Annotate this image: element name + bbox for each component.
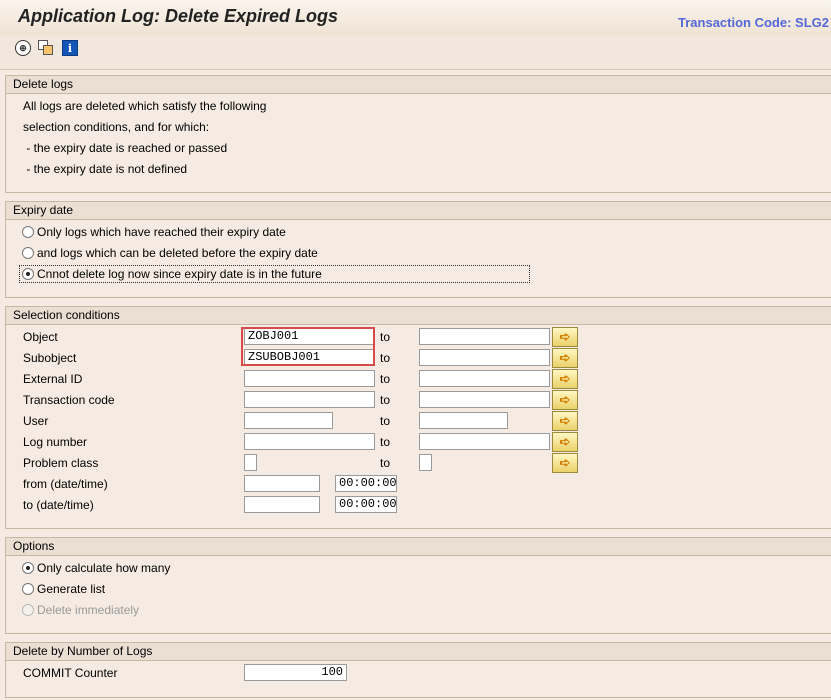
expiry-date-group: Expiry date Only logs which have reached…	[5, 201, 831, 298]
options-group: Options Only calculate how many Generate…	[5, 537, 831, 634]
clock-execute-icon[interactable]: ⊕	[15, 40, 31, 56]
delete-logs-group: Delete logs All logs are deleted which s…	[5, 75, 831, 193]
multiple-selection-icon[interactable]	[38, 40, 53, 55]
application-toolbar: ⊕ i ☝	[0, 35, 831, 99]
expiry-option-reached-label: Only logs which have reached their expir…	[37, 225, 286, 239]
option-delete-immediately-label: Delete immediately	[37, 603, 140, 617]
transaction-code-to-input[interactable]	[419, 391, 550, 408]
user-to-input[interactable]	[419, 412, 508, 429]
expiry-radio-future[interactable]	[22, 268, 34, 280]
expiry-option-before-label: and logs which can be deleted before the…	[37, 246, 318, 260]
external-id-label: External ID	[23, 372, 83, 386]
problem-class-multiple-selection-button[interactable]: ➪	[552, 453, 578, 473]
to-date-input[interactable]	[244, 496, 320, 513]
highlight-box	[241, 327, 375, 366]
to-label: to	[380, 414, 391, 428]
object-label: Object	[23, 330, 58, 344]
subobject-to-input[interactable]	[419, 349, 550, 366]
transaction-code-label: Transaction code	[23, 393, 115, 407]
delete-logs-line-4: - the expiry date is not defined	[23, 162, 188, 176]
to-datetime-label: to (date/time)	[23, 498, 94, 512]
object-multiple-selection-button[interactable]: ➪	[552, 327, 578, 347]
user-label: User	[23, 414, 49, 428]
transaction-code-from-input[interactable]	[244, 391, 375, 408]
delete-logs-line-1: All logs are deleted which satisfy the f…	[23, 99, 267, 113]
log-number-to-input[interactable]	[419, 433, 550, 450]
to-label: to	[380, 351, 391, 365]
to-label: to	[380, 393, 391, 407]
from-datetime-label: from (date/time)	[23, 477, 108, 491]
to-label: to	[380, 456, 391, 470]
external-id-multiple-selection-button[interactable]: ➪	[552, 369, 578, 389]
log-number-multiple-selection-button[interactable]: ➪	[552, 432, 578, 452]
expiry-option-future-label: Cnnot delete log now since expiry date i…	[37, 267, 322, 281]
option-calculate-label: Only calculate how many	[37, 561, 171, 575]
user-from-input[interactable]	[244, 412, 333, 429]
option-radio-calculate[interactable]	[22, 562, 34, 574]
commit-counter-input[interactable]: 100	[244, 664, 347, 681]
expiry-radio-reached[interactable]	[22, 226, 34, 238]
problem-class-to-input[interactable]	[419, 454, 432, 471]
option-radio-generate-list[interactable]	[22, 583, 34, 595]
problem-class-from-input[interactable]	[244, 454, 257, 471]
selection-conditions-header: Selection conditions	[6, 307, 831, 325]
title-bar: Application Log: Delete Expired Logs Tra…	[0, 0, 831, 36]
expiry-date-header: Expiry date	[6, 202, 831, 220]
delete-by-number-group: Delete by Number of Logs COMMIT Counter …	[5, 642, 831, 698]
object-to-input[interactable]	[419, 328, 550, 345]
user-multiple-selection-button[interactable]: ➪	[552, 411, 578, 431]
page-title: Application Log: Delete Expired Logs	[18, 6, 339, 26]
commit-counter-label: COMMIT Counter	[23, 666, 118, 680]
info-icon[interactable]: i	[62, 40, 78, 56]
from-date-input[interactable]	[244, 475, 320, 492]
to-time-input[interactable]: 00:00:00	[335, 496, 397, 513]
subobject-label: Subobject	[23, 351, 77, 365]
external-id-to-input[interactable]	[419, 370, 550, 387]
log-number-label: Log number	[23, 435, 88, 449]
transaction-code: Transaction Code: SLG2	[678, 15, 829, 30]
selection-conditions-group: Selection conditions Object ZOBJ001 to ➪…	[5, 306, 831, 529]
delete-logs-line-3: - the expiry date is reached or passed	[23, 141, 228, 155]
transaction-code-multiple-selection-button[interactable]: ➪	[552, 390, 578, 410]
option-generate-list-label: Generate list	[37, 582, 106, 596]
problem-class-label: Problem class	[23, 456, 99, 470]
external-id-from-input[interactable]	[244, 370, 375, 387]
to-label: to	[380, 435, 391, 449]
options-header: Options	[6, 538, 831, 556]
to-label: to	[380, 372, 391, 386]
log-number-from-input[interactable]	[244, 433, 375, 450]
to-label: to	[380, 330, 391, 344]
delete-by-number-header: Delete by Number of Logs	[6, 643, 831, 661]
expiry-radio-before[interactable]	[22, 247, 34, 259]
option-radio-delete-immediately	[22, 604, 34, 616]
delete-logs-line-2: selection conditions, and for which:	[23, 120, 210, 134]
subobject-multiple-selection-button[interactable]: ➪	[552, 348, 578, 368]
from-time-input[interactable]: 00:00:00	[335, 475, 397, 492]
delete-logs-header: Delete logs	[6, 76, 831, 94]
